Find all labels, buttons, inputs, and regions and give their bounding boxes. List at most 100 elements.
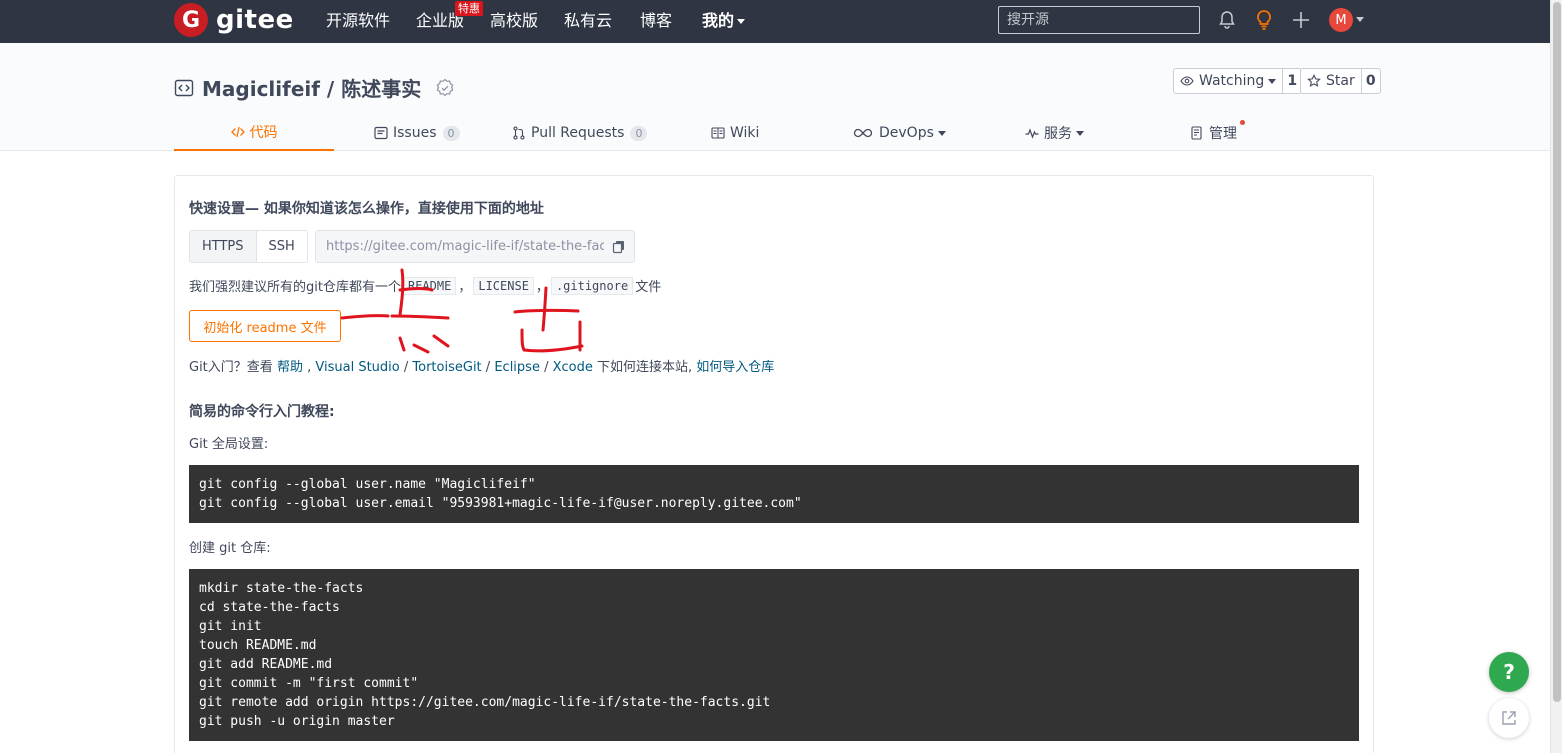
tab-wiki[interactable]: Wiki bbox=[711, 115, 759, 151]
create-repo-code: mkdir state-the-facts cd state-the-facts… bbox=[189, 569, 1359, 741]
plus-icon[interactable] bbox=[1290, 9, 1312, 31]
manage-icon bbox=[1191, 126, 1202, 140]
tab-code-label: 代码 bbox=[249, 125, 278, 141]
protocol-switch: HTTPS SSH bbox=[189, 230, 308, 263]
enterprise-promo-badge: 特惠 bbox=[455, 1, 483, 16]
chevron-down-icon bbox=[1076, 130, 1084, 136]
license-code: LICENSE bbox=[473, 276, 534, 295]
intro-separator-a: , bbox=[307, 360, 312, 375]
repo-name[interactable]: Magiclifeif / 陈述事实 bbox=[202, 73, 421, 102]
tab-issues-label: Issues bbox=[393, 125, 437, 141]
issues-icon bbox=[374, 126, 388, 140]
tab-devops[interactable]: DevOps bbox=[853, 115, 946, 151]
recommend-badge-icon[interactable] bbox=[435, 78, 455, 98]
share-floating-button[interactable] bbox=[1489, 698, 1529, 738]
ssh-button[interactable]: SSH bbox=[256, 231, 307, 262]
global-settings-code: git config --global user.name "Magiclife… bbox=[189, 465, 1359, 523]
gitee-logo-icon: G bbox=[174, 3, 208, 37]
watching-count[interactable]: 1 bbox=[1283, 69, 1301, 93]
recommend-separator-1: ， bbox=[458, 280, 472, 295]
manage-notification-dot bbox=[1240, 120, 1245, 125]
help-floating-button[interactable]: ? bbox=[1489, 652, 1529, 692]
https-button[interactable]: HTTPS bbox=[190, 231, 257, 262]
intro-separator-c: / bbox=[485, 360, 491, 375]
quick-setup-title: 快速设置— 如果你知道该怎么操作，直接使用下面的地址 bbox=[189, 201, 544, 217]
copy-icon[interactable] bbox=[604, 231, 634, 262]
readme-recommendation: 我们强烈建议所有的git仓库都有一个 README ， LICENSE ， .g… bbox=[189, 276, 661, 295]
help-link[interactable]: 帮助 bbox=[277, 360, 303, 375]
readme-code: README bbox=[402, 276, 457, 295]
recommend-suffix: 文件 bbox=[635, 280, 662, 295]
chevron-down-icon bbox=[937, 130, 946, 136]
tab-services[interactable]: 服务 bbox=[1025, 115, 1084, 151]
recommend-prefix: 我们强烈建议所有的git仓库都有一个 bbox=[189, 280, 401, 295]
avatar-chevron-down-icon[interactable] bbox=[1356, 17, 1364, 22]
repo-header: Magiclifeif / 陈述事实 Watching 1 Star 0 代码 … bbox=[0, 43, 1550, 151]
nav-open-source[interactable]: 开源软件 bbox=[326, 10, 390, 32]
tab-code[interactable]: 代码 bbox=[174, 115, 334, 151]
import-repo-link[interactable]: 如何导入仓库 bbox=[696, 360, 774, 375]
devops-icon bbox=[853, 128, 873, 138]
tab-services-label: 服务 bbox=[1044, 126, 1072, 142]
star-button-group[interactable]: Star 0 bbox=[1300, 68, 1381, 94]
cli-tutorial-heading: 简易的命令行入门教程: bbox=[189, 404, 335, 420]
star-icon bbox=[1307, 74, 1321, 87]
create-repo-label: 创建 git 仓库: bbox=[189, 541, 271, 556]
tortoisegit-link[interactable]: TortoiseGit bbox=[412, 360, 481, 375]
star-label: Star bbox=[1326, 73, 1355, 89]
watching-button[interactable]: Watching bbox=[1174, 69, 1284, 93]
intro-separator-b: / bbox=[403, 360, 409, 375]
git-intro-links: Git入门？查看 帮助 , Visual Studio / TortoiseGi… bbox=[189, 356, 774, 375]
pulse-icon bbox=[1025, 128, 1039, 139]
global-settings-label: Git 全局设置: bbox=[189, 437, 269, 452]
repo-code-icon bbox=[174, 79, 194, 96]
tab-issues[interactable]: Issues 0 bbox=[374, 115, 460, 151]
top-navbar: G gitee 开源软件 企业版 特惠 高校版 私有云 博客 我的 搜开源 M bbox=[0, 0, 1550, 43]
tab-devops-label: DevOps bbox=[879, 125, 934, 141]
chevron-down-icon bbox=[1268, 78, 1277, 84]
tab-pull-requests[interactable]: Pull Requests 0 bbox=[512, 115, 648, 151]
chevron-down-icon bbox=[737, 19, 746, 24]
issues-count: 0 bbox=[442, 125, 460, 141]
git-intro-prefix: Git入门？查看 bbox=[189, 360, 273, 375]
pull-requests-count: 0 bbox=[630, 125, 648, 141]
bell-icon[interactable] bbox=[1216, 9, 1238, 31]
clone-url-text[interactable]: https://gitee.com/magic-life-if/state-th… bbox=[316, 239, 604, 254]
nav-blog[interactable]: 博客 bbox=[640, 10, 672, 32]
eclipse-link[interactable]: Eclipse bbox=[494, 360, 540, 375]
recommend-separator-2: ， bbox=[535, 280, 549, 295]
star-button[interactable]: Star bbox=[1301, 69, 1362, 93]
nav-mine-label: 我的 bbox=[702, 11, 735, 30]
code-icon bbox=[230, 126, 245, 138]
eye-icon bbox=[1180, 76, 1194, 86]
gitignore-code: .gitignore bbox=[550, 276, 634, 295]
gitee-logo[interactable]: G gitee bbox=[174, 3, 294, 37]
nav-private-cloud[interactable]: 私有云 bbox=[564, 10, 612, 32]
tab-manage[interactable]: 管理 bbox=[1190, 115, 1237, 151]
page-scrollbar[interactable] bbox=[1550, 0, 1562, 753]
clone-url-field[interactable]: https://gitee.com/magic-life-if/state-th… bbox=[315, 230, 635, 263]
tab-pull-requests-label: Pull Requests bbox=[531, 125, 625, 141]
gitee-logo-text: gitee bbox=[216, 5, 294, 35]
watching-label: Watching bbox=[1199, 73, 1265, 89]
init-readme-button[interactable]: 初始化 readme 文件 bbox=[189, 310, 341, 342]
git-intro-mid: 下如何连接本站, bbox=[597, 360, 693, 375]
quick-setup-panel: 快速设置— 如果你知道该怎么操作，直接使用下面的地址 HTTPS SSH htt… bbox=[174, 175, 1374, 753]
nav-university[interactable]: 高校版 bbox=[490, 10, 538, 32]
user-avatar[interactable]: M bbox=[1329, 8, 1353, 32]
search-input[interactable]: 搜开源 bbox=[998, 6, 1200, 34]
star-count[interactable]: 0 bbox=[1362, 69, 1380, 93]
tab-manage-label: 管理 bbox=[1209, 126, 1237, 142]
xcode-link[interactable]: Xcode bbox=[553, 360, 593, 375]
share-icon bbox=[1502, 711, 1516, 725]
visual-studio-link[interactable]: Visual Studio bbox=[315, 360, 399, 375]
scrollbar-thumb[interactable] bbox=[1553, 2, 1561, 702]
lightbulb-icon[interactable] bbox=[1253, 9, 1275, 31]
intro-separator-d: / bbox=[544, 360, 549, 375]
watching-button-group[interactable]: Watching 1 bbox=[1173, 68, 1303, 94]
repo-tabs: 代码 Issues 0 Pull Requests 0 Wiki DevOps … bbox=[174, 115, 1374, 151]
wiki-icon bbox=[711, 127, 725, 139]
nav-mine[interactable]: 我的 bbox=[702, 10, 746, 32]
pull-request-icon bbox=[513, 126, 525, 140]
tab-wiki-label: Wiki bbox=[730, 125, 760, 141]
